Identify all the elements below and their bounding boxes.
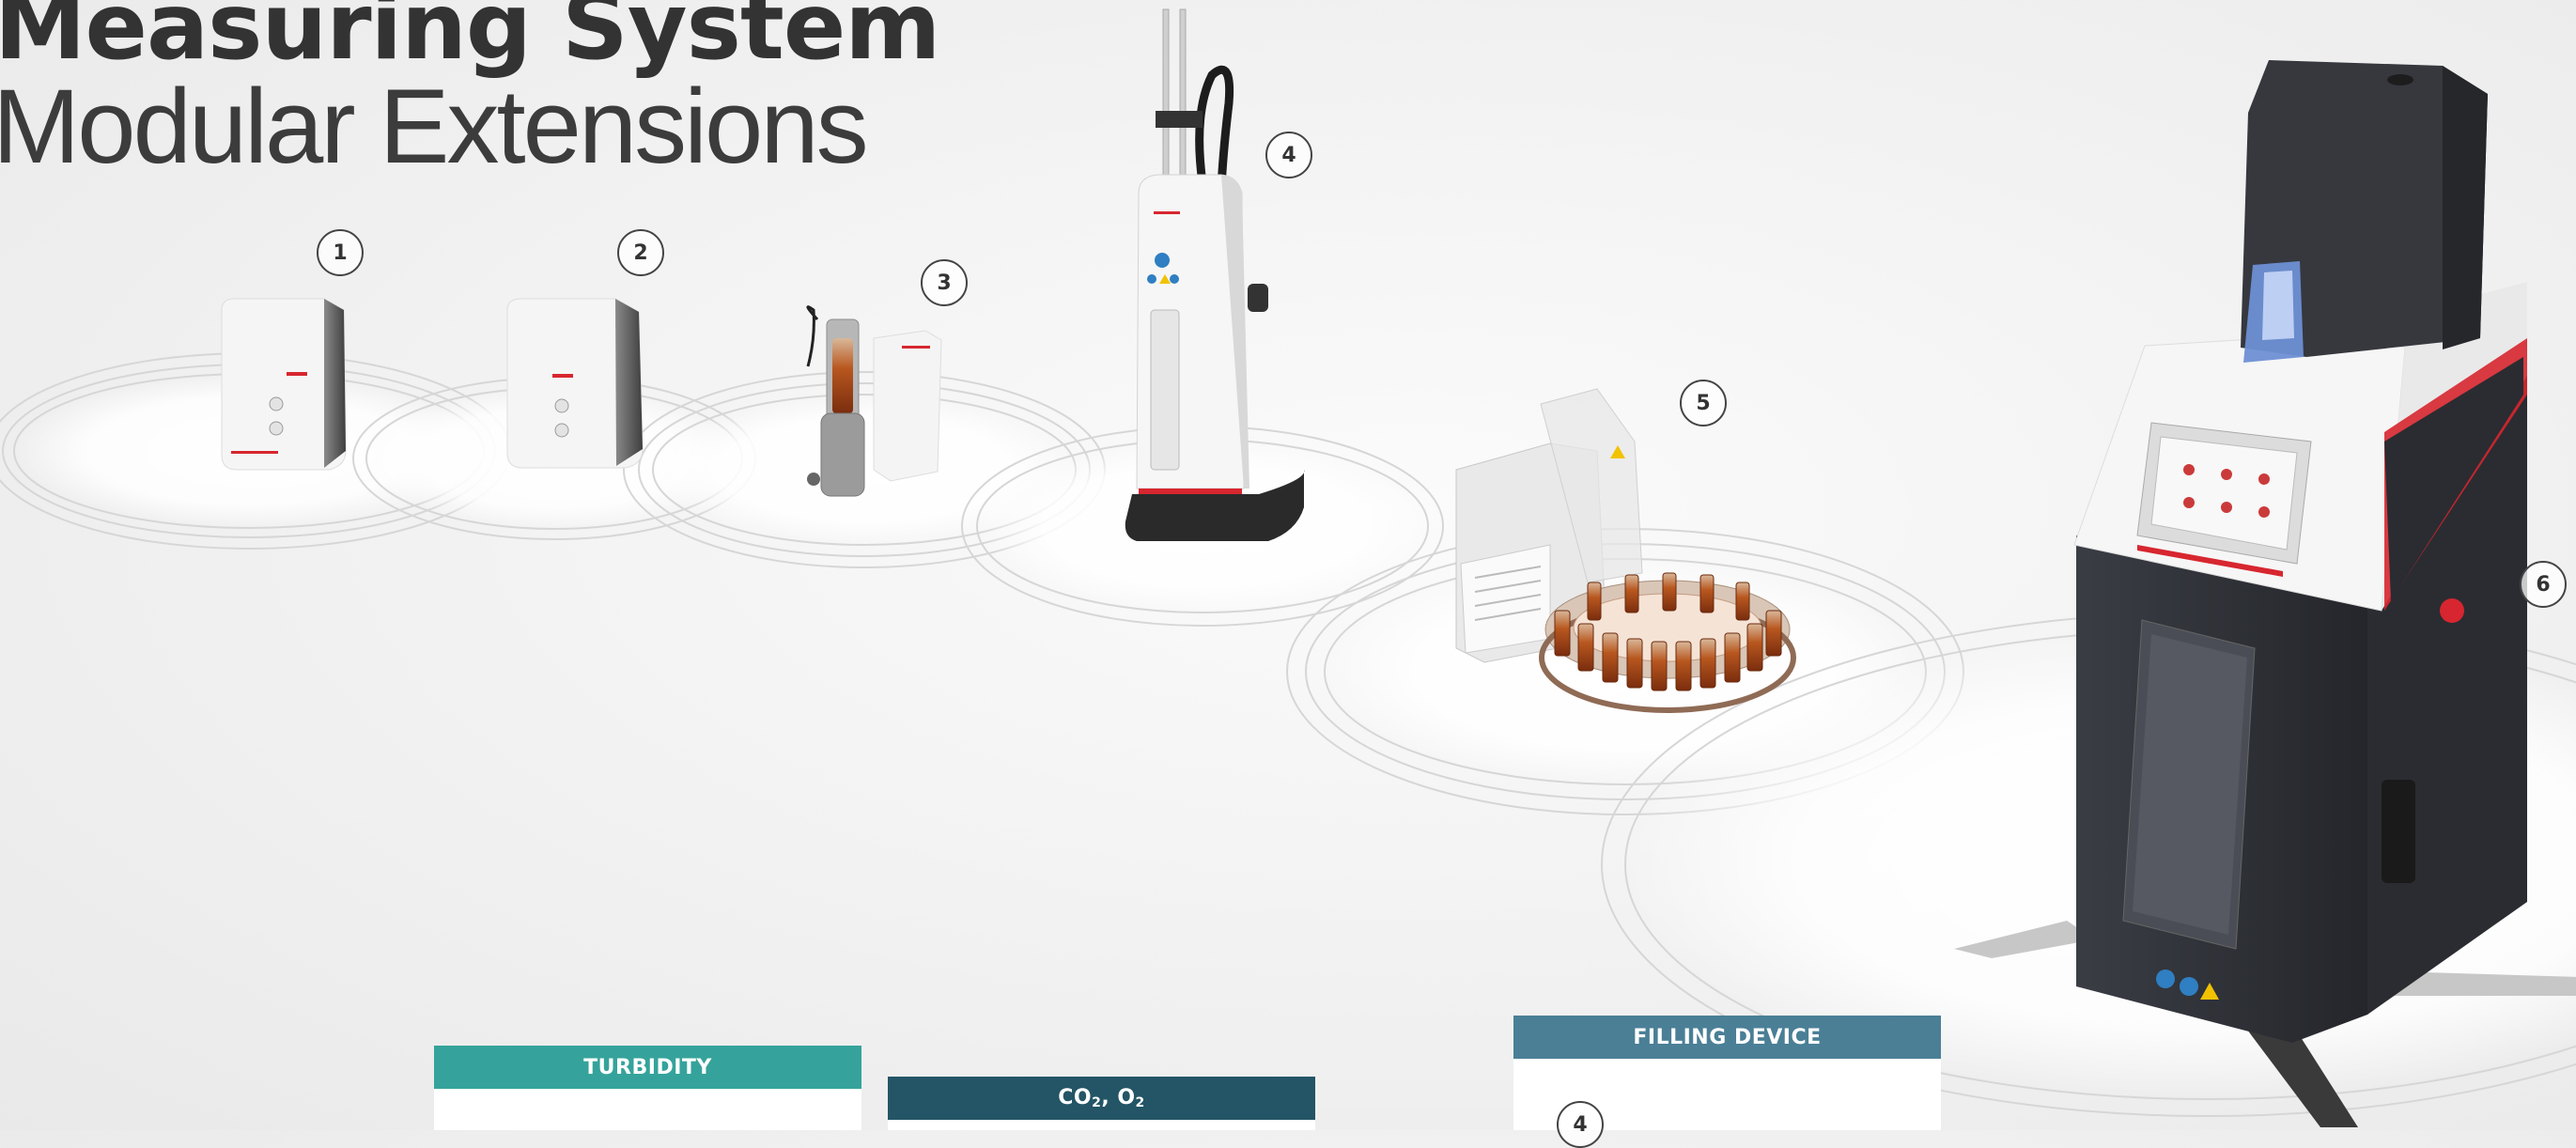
badge-5: 5 (1680, 380, 1727, 427)
module-3-device (806, 305, 942, 497)
badge-4: 4 (1265, 132, 1312, 178)
badge-6: 6 (2520, 561, 2567, 608)
turbidity-panel-header: TURBIDITY (434, 1046, 861, 1089)
co2-o2-panel-header: CO2, O2 (888, 1077, 1315, 1120)
co2-o2-label: CO2, O2 (1058, 1086, 1145, 1110)
badge-2: 2 (617, 229, 664, 276)
co2-o2-panel-body (888, 1120, 1315, 1130)
filling-device-badge-4: 4 (1557, 1101, 1604, 1148)
badge-3: 3 (921, 259, 968, 306)
turbidity-panel-body (434, 1089, 861, 1130)
filling-device-panel-header: FILLING DEVICE (1513, 1016, 1941, 1059)
turbidity-label: TURBIDITY (583, 1055, 712, 1079)
badge-1: 1 (317, 229, 364, 276)
module-2-device (506, 298, 644, 469)
filling-device-label: FILLING DEVICE (1633, 1025, 1822, 1049)
module-1-device (221, 298, 347, 471)
